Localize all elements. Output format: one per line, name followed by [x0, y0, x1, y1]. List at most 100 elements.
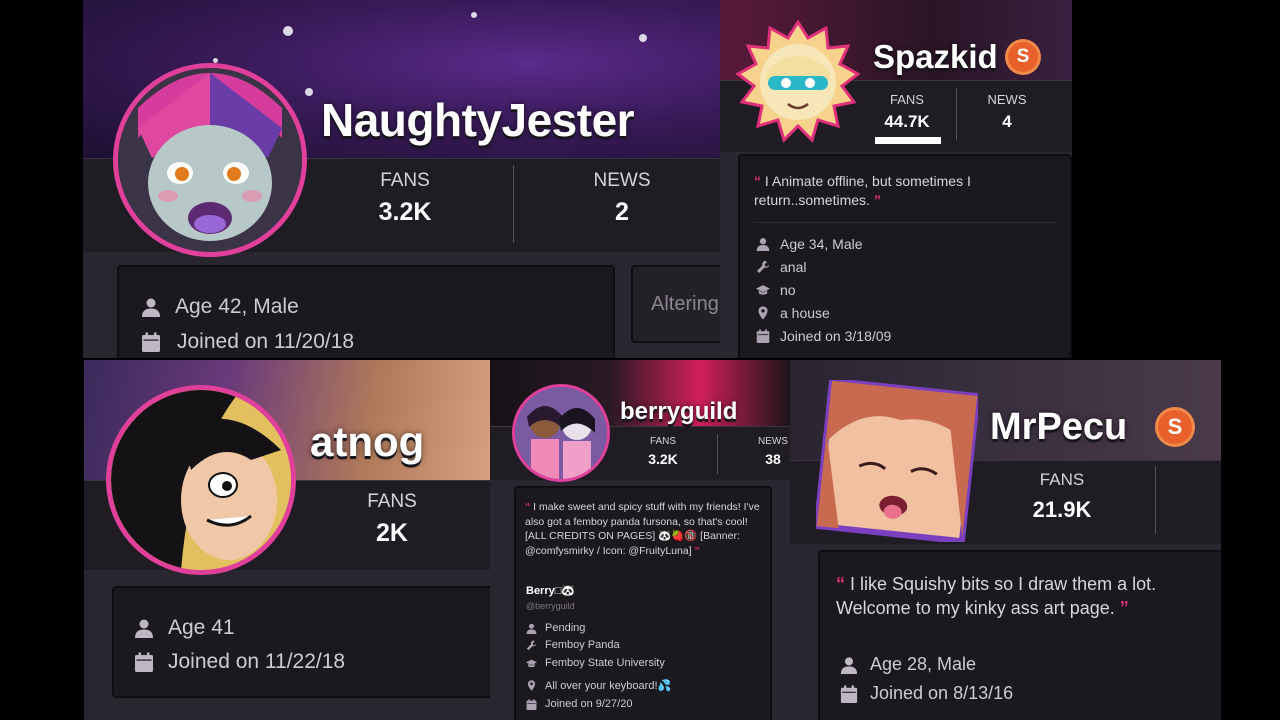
avatar[interactable]	[512, 384, 610, 482]
location-row: All over your keyboard!💦	[526, 679, 671, 692]
user-icon	[756, 237, 770, 251]
fans-stat[interactable]: FANS 2K	[342, 491, 442, 548]
fans-label: FANS	[1039, 470, 1085, 489]
news-label: NEWS	[987, 92, 1027, 107]
banner-star	[283, 26, 293, 36]
location-text: a house	[780, 305, 830, 321]
map-pin-icon	[526, 680, 537, 691]
stat-divider	[1155, 466, 1156, 534]
quote-text: I Animate offline, but sometimes I retur…	[754, 173, 971, 208]
profile-quote: “ I like Squishy bits so I draw them a l…	[836, 572, 1216, 620]
fans-stat[interactable]: FANS 21.9K	[1012, 470, 1112, 523]
news-count: 2	[615, 198, 629, 226]
joined-row: Joined on 11/20/18	[141, 330, 354, 354]
location-row: a house	[756, 305, 830, 321]
status-text: Pending	[545, 622, 586, 634]
calendar-icon	[141, 331, 161, 353]
quote-text: I like Squishy bits so I draw them a lot…	[836, 574, 1157, 618]
joined-row: Joined on 9/27/20	[526, 698, 632, 710]
supporter-badge-icon[interactable]: S	[1158, 410, 1192, 444]
school-row: Femboy State University	[526, 657, 665, 669]
calendar-icon	[134, 651, 154, 673]
job-row: anal	[756, 259, 806, 275]
close-quote-mark: ”	[694, 544, 700, 557]
news-count: 38	[765, 451, 781, 467]
fans-label: FANS	[367, 491, 417, 512]
calendar-icon	[756, 329, 770, 343]
user-icon	[526, 623, 537, 634]
school-text: no	[780, 282, 796, 298]
fans-stat[interactable]: FANS 3.2K	[345, 170, 465, 227]
stat-divider	[513, 165, 514, 243]
profile-info-card: “ I like Squishy bits so I draw them a l…	[818, 550, 1221, 720]
news-stat[interactable]: NEWS 38	[748, 436, 790, 467]
banner-star	[305, 88, 313, 96]
joined-row: Joined on 3/18/09	[756, 328, 891, 344]
side-card-text: Altering	[651, 293, 719, 315]
avatar[interactable]	[816, 380, 978, 542]
fans-count: 3.2K	[648, 451, 678, 467]
user-handle: @berryguild	[526, 601, 575, 611]
profile-info-card: Age 41 Joined on 11/22/18	[112, 586, 490, 698]
open-quote-mark: “	[836, 574, 845, 594]
news-label: NEWS	[593, 170, 651, 191]
joined-row: Joined on 11/22/18	[134, 650, 345, 674]
user-icon	[840, 656, 858, 674]
close-quote-mark: ”	[873, 192, 881, 208]
news-count: 4	[1002, 112, 1012, 131]
username[interactable]: MrPecu	[990, 406, 1127, 449]
atnog-avatar-art	[111, 390, 291, 570]
wrench-icon	[526, 640, 537, 651]
open-quote-mark: “	[525, 501, 531, 513]
profile-info-card: “ I make sweet and spicy stuff with my f…	[514, 486, 772, 720]
profile-panel-naughtyjester: NaughtyJester FANS 3.2K NEWS 2 Age 42, M…	[83, 0, 720, 358]
user-icon	[134, 617, 154, 639]
graduation-cap-icon	[526, 658, 537, 669]
username[interactable]: NaughtyJester	[321, 93, 635, 147]
joined-text: Joined on 9/27/20	[545, 698, 633, 710]
supporter-badge-icon[interactable]: S	[1008, 42, 1038, 72]
display-name: Berry□🐼	[526, 585, 576, 597]
active-tab-indicator	[875, 137, 941, 144]
avatar[interactable]	[106, 385, 296, 575]
age-text: Age 42, Male	[175, 295, 299, 318]
profile-panel-mrpecu: MrPecu S FANS 21.9K “ I like Squishy bit…	[790, 360, 1221, 720]
age-row: Age 34, Male	[756, 236, 863, 252]
fans-stat[interactable]: FANS 44.7K	[872, 92, 942, 132]
profile-panel-berryguild: berryguild FANS 3.2K NEWS 38 “ I make sw…	[490, 360, 790, 720]
username[interactable]: berryguild	[620, 398, 737, 426]
age-row: Age 28, Male	[840, 654, 976, 675]
age-text: Age 41	[168, 616, 235, 639]
profile-info-card: Age 42, Male Joined on 11/20/18	[117, 265, 615, 358]
avatar[interactable]	[736, 20, 860, 144]
berryguild-avatar-art	[515, 387, 607, 479]
school-row: no	[756, 282, 796, 298]
jester-avatar-art	[118, 68, 302, 252]
profile-quote: “ I Animate offline, but sometimes I ret…	[754, 172, 1044, 210]
close-quote-mark: ”	[1119, 598, 1129, 618]
fans-label: FANS	[649, 436, 677, 447]
username[interactable]: Spazkid	[873, 38, 998, 76]
wrench-icon	[756, 260, 770, 274]
school-text: Femboy State University	[545, 657, 665, 669]
username[interactable]: atnog	[310, 418, 424, 466]
profile-panel-atnog: atnog FANS 2K Age 41 Joined on 11/22/18	[84, 360, 490, 720]
news-stat[interactable]: NEWS 4	[972, 92, 1042, 132]
banner-star	[639, 34, 647, 42]
quote-divider	[754, 222, 1056, 223]
joined-text: Joined on 11/20/18	[177, 330, 355, 353]
fans-count: 3.2K	[378, 198, 432, 226]
avatar[interactable]	[113, 63, 307, 257]
news-stat[interactable]: NEWS 2	[562, 170, 682, 227]
news-label: NEWS	[758, 436, 788, 447]
stat-divider	[717, 434, 718, 474]
fans-stat[interactable]: FANS 3.2K	[633, 436, 693, 467]
calendar-icon	[840, 685, 858, 703]
fans-count: 2K	[376, 519, 408, 547]
joined-text: Joined on 11/22/18	[168, 650, 346, 673]
age-row: Age 42, Male	[141, 295, 299, 319]
side-card[interactable]: Altering	[631, 265, 720, 343]
age-text: Age 28, Male	[870, 654, 977, 674]
job-row: Femboy Panda	[526, 639, 620, 651]
stat-divider	[956, 88, 957, 140]
